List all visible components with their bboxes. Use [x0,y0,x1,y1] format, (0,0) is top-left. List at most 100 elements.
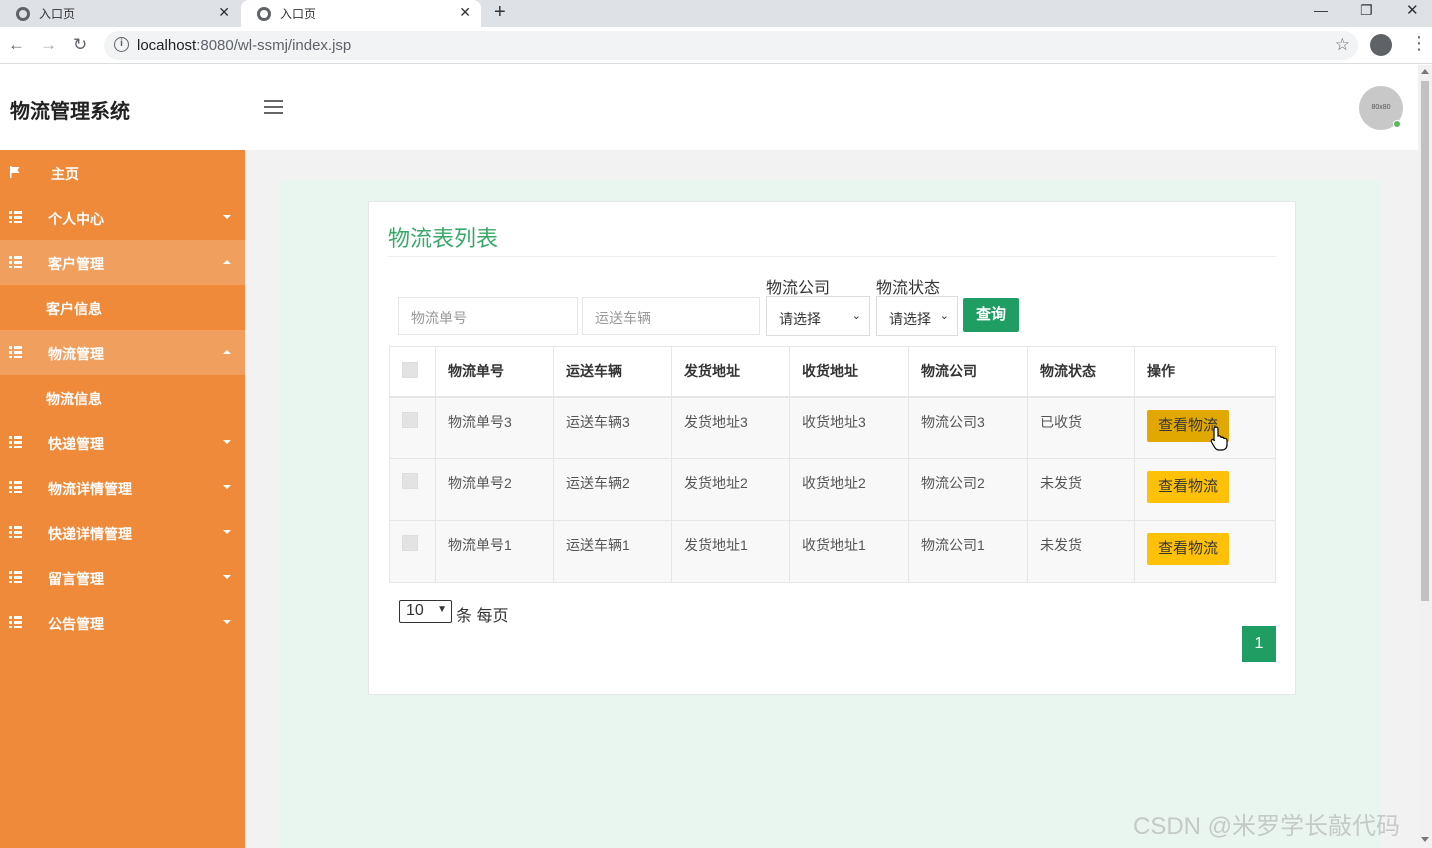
column-header: 发货地址 [671,346,790,398]
restore-icon[interactable]: ❐ [1360,2,1373,19]
minimize-icon[interactable]: — [1314,2,1328,18]
query-button[interactable]: 查询 [963,298,1019,332]
browser-tab[interactable]: 入口页 ✕ [0,0,240,27]
browser-menu-icon[interactable]: ⋮ [1410,33,1428,54]
sidebar: 主页 个人中心 客户管理 客户信息 物流管理 物流信息 快递管理 物流详情管理 … [0,150,245,848]
table-row: 物流单号3 运送车辆3 发货地址3 收货地址3 物流公司3 已收货 查看物流 [389,396,1276,459]
sidebar-item-personal-center[interactable]: 个人中心 [0,195,245,240]
sidebar-item-customer-management[interactable]: 客户管理 [0,240,245,285]
sidebar-item-express-detail-management[interactable]: 快递详情管理 [0,510,245,555]
page-button-current[interactable]: 1 [1242,626,1276,662]
cell-actions: 查看物流 [1134,520,1276,583]
sidebar-item-label: 公告管理 [48,616,104,632]
reload-icon[interactable]: ↻ [73,35,87,55]
page-scrollbar[interactable] [1418,65,1432,848]
sidebar-item-label: 物流管理 [48,346,104,362]
app-header: 物流管理系统 80x80 [0,65,1418,150]
cell-company: 物流公司1 [908,520,1028,583]
status-select[interactable]: 请选择 ⌄ [876,296,958,336]
column-header: 物流状态 [1027,346,1135,398]
browser-tab-active[interactable]: 入口页 ✕ [241,0,481,27]
sidebar-item-label: 客户信息 [46,301,102,317]
browser-tab-strip: 入口页 ✕ 入口页 ✕ + — ❐ ✕ [0,0,1432,27]
page-title: 物流表列表 [388,226,499,251]
forward-icon[interactable]: → [40,35,57,55]
grid-icon [9,436,22,448]
sidebar-item-label: 物流信息 [46,391,102,407]
sidebar-item-label: 留言管理 [48,571,104,587]
chevron-down-icon: ▼ [437,604,447,615]
order-number-input[interactable]: 物流单号 [398,297,578,335]
new-tab-icon[interactable]: + [494,1,506,24]
column-header: 运送车辆 [553,346,672,398]
logistics-list-card: 物流表列表 物流单号 运送车辆 物流公司 请选择 ⌄ 物流状态 请选择 ⌄ 查询… [368,201,1296,695]
view-logistics-button[interactable]: 查看物流 [1147,471,1229,503]
select-all-checkbox[interactable] [402,361,418,378]
sidebar-item-label: 快递详情管理 [48,526,132,542]
url-text: localhost:8080/wl-ssmj/index.jsp [137,37,352,54]
page-size-select[interactable]: 10 ▼ [399,600,452,623]
row-select-cell [389,458,436,521]
company-select[interactable]: 请选择 ⌄ [766,296,870,336]
company-filter-label: 物流公司 [766,280,831,297]
caret-up-icon [223,260,231,264]
cell-to-address: 收货地址1 [789,520,909,583]
sidebar-item-label: 主页 [51,166,79,182]
sidebar-subitem-customer-info[interactable]: 客户信息 [0,285,245,330]
cell-status: 未发货 [1027,520,1135,583]
app-title: 物流管理系统 [10,101,130,123]
bookmark-star-icon[interactable]: ☆ [1335,35,1350,55]
caret-down-icon [223,215,231,219]
row-checkbox[interactable] [402,535,418,551]
cell-from-address: 发货地址2 [671,458,790,521]
watermark: CSDN @米罗学长敲代码 [1133,813,1401,840]
info-icon[interactable]: i [114,37,129,52]
select-all-cell [389,346,436,398]
sidebar-item-notice-management[interactable]: 公告管理 [0,600,245,645]
column-header: 操作 [1134,346,1276,398]
menu-toggle-icon[interactable] [264,100,283,114]
cell-from-address: 发货地址1 [671,520,790,583]
globe-icon [257,6,271,21]
profile-icon[interactable] [1370,34,1392,56]
sidebar-item-home[interactable]: 主页 [0,150,245,195]
company-select-value: 请选择 [779,311,821,327]
grid-icon [9,211,22,223]
table-row: 物流单号2 运送车辆2 发货地址2 收货地址2 物流公司2 未发货 查看物流 [389,458,1276,521]
close-icon[interactable]: ✕ [218,4,230,21]
window-close-icon[interactable]: ✕ [1406,1,1419,19]
vehicle-input[interactable]: 运送车辆 [582,297,760,335]
url-field[interactable]: i localhost:8080/wl-ssmj/index.jsp ☆ [104,31,1358,60]
cell-status: 未发货 [1027,458,1135,521]
globe-icon [16,6,30,21]
close-icon[interactable]: ✕ [459,4,471,21]
grid-icon [9,526,22,538]
cell-order-number: 物流单号3 [435,396,554,459]
page-size-label: 条 每页 [456,608,509,625]
back-icon[interactable]: ← [8,35,25,55]
sidebar-item-message-management[interactable]: 留言管理 [0,555,245,600]
status-select-value: 请选择 [889,311,931,327]
grid-icon [9,346,22,358]
chevron-down-icon: ⌄ [939,310,949,322]
scrollbar-thumb[interactable] [1421,81,1429,601]
cell-to-address: 收货地址2 [789,458,909,521]
sidebar-item-label: 客户管理 [48,256,104,272]
sidebar-item-logistics-detail-management[interactable]: 物流详情管理 [0,465,245,510]
scroll-up-icon[interactable] [1421,69,1429,74]
chevron-down-icon: ⌄ [851,310,861,322]
view-logistics-button[interactable]: 查看物流 [1147,533,1229,565]
table-row: 物流单号1 运送车辆1 发货地址1 收货地址1 物流公司1 未发货 查看物流 [389,520,1276,583]
cell-to-address: 收货地址3 [789,396,909,459]
caret-down-icon [223,485,231,489]
page-size-value: 10 [406,602,424,619]
cell-actions: 查看物流 [1134,396,1276,459]
row-checkbox[interactable] [402,473,418,489]
title-divider [388,256,1276,257]
sidebar-item-express-management[interactable]: 快递管理 [0,420,245,465]
sidebar-subitem-logistics-info[interactable]: 物流信息 [0,375,245,420]
scroll-down-icon[interactable] [1421,837,1429,842]
row-checkbox[interactable] [402,411,418,428]
sidebar-item-label: 物流详情管理 [48,481,132,497]
sidebar-item-logistics-management[interactable]: 物流管理 [0,330,245,375]
